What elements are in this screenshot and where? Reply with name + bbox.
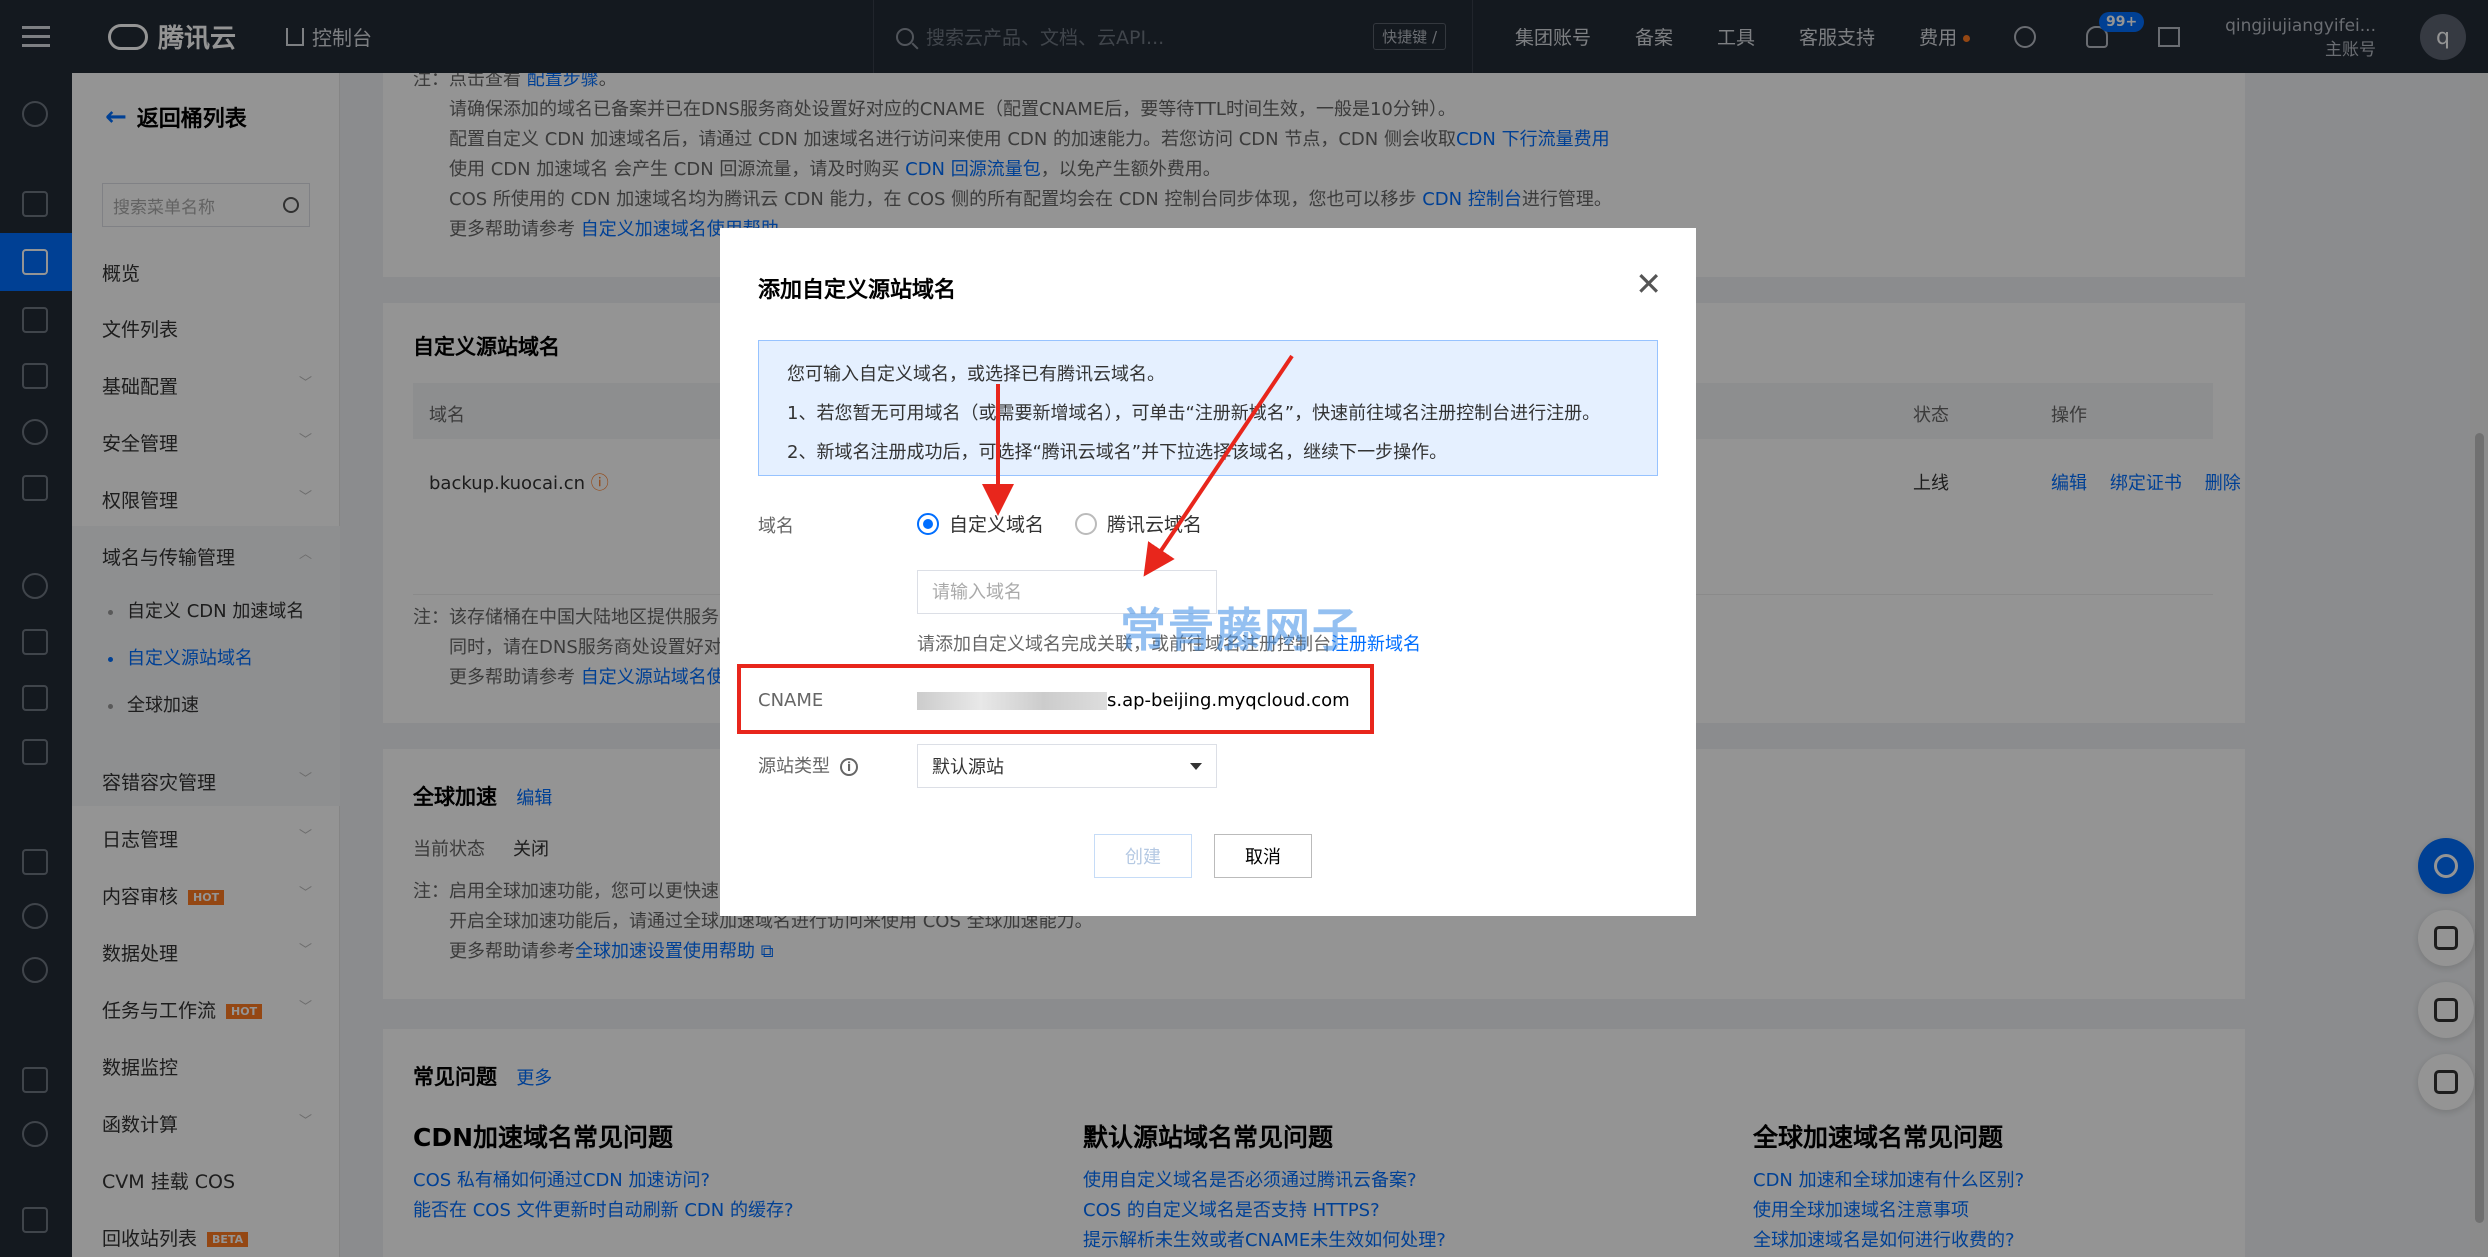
radio-label: 腾讯云域名 <box>1107 514 1203 536</box>
radio-custom-domain[interactable]: 自定义域名 <box>917 510 1044 537</box>
cname-label: CNAME <box>758 690 824 711</box>
radio-unchecked-icon <box>1075 512 1097 535</box>
radio-label: 自定义域名 <box>949 514 1045 536</box>
cname-value: s.ap-beijing.myqcloud.com <box>917 690 1350 711</box>
close-icon[interactable]: ✕ <box>1635 268 1662 300</box>
cancel-button[interactable]: 取消 <box>1214 834 1312 878</box>
origin-type-select[interactable]: 默认源站 <box>917 744 1217 788</box>
chevron-down-icon <box>1190 762 1202 770</box>
select-value: 默认源站 <box>932 757 1004 778</box>
add-origin-domain-dialog: 添加自定义源站域名 ✕ 您可输入自定义域名，或选择已有腾讯云域名。 1、若您暂无… <box>720 228 1696 916</box>
dialog-title: 添加自定义源站域名 <box>758 278 957 303</box>
origin-type-label: 源站类型 i <box>758 752 858 778</box>
origin-type-label-text: 源站类型 <box>758 756 830 777</box>
watermark: 常青藤网子 <box>1120 603 1360 657</box>
cname-text: s.ap-beijing.myqcloud.com <box>1107 690 1350 711</box>
info-line: 您可输入自定义域名，或选择已有腾讯云域名。 <box>787 364 1165 385</box>
domain-label: 域名 <box>758 516 794 537</box>
radio-checked-icon <box>917 512 939 535</box>
redacted-text <box>917 692 1107 710</box>
info-line: 2、新域名注册成功后，可选择“腾讯云域名”并下拉选择该域名，继续下一步操作。 <box>787 442 1448 463</box>
info-icon[interactable]: i <box>840 758 858 776</box>
info-line: 1、若您暂无可用域名（或需要新增域名），可单击“注册新域名”，快速前往域名注册控… <box>787 403 1601 424</box>
create-button[interactable]: 创建 <box>1094 834 1192 878</box>
info-box: 您可输入自定义域名，或选择已有腾讯云域名。 1、若您暂无可用域名（或需要新增域名… <box>758 340 1658 476</box>
radio-tencent-domain[interactable]: 腾讯云域名 <box>1075 510 1202 537</box>
